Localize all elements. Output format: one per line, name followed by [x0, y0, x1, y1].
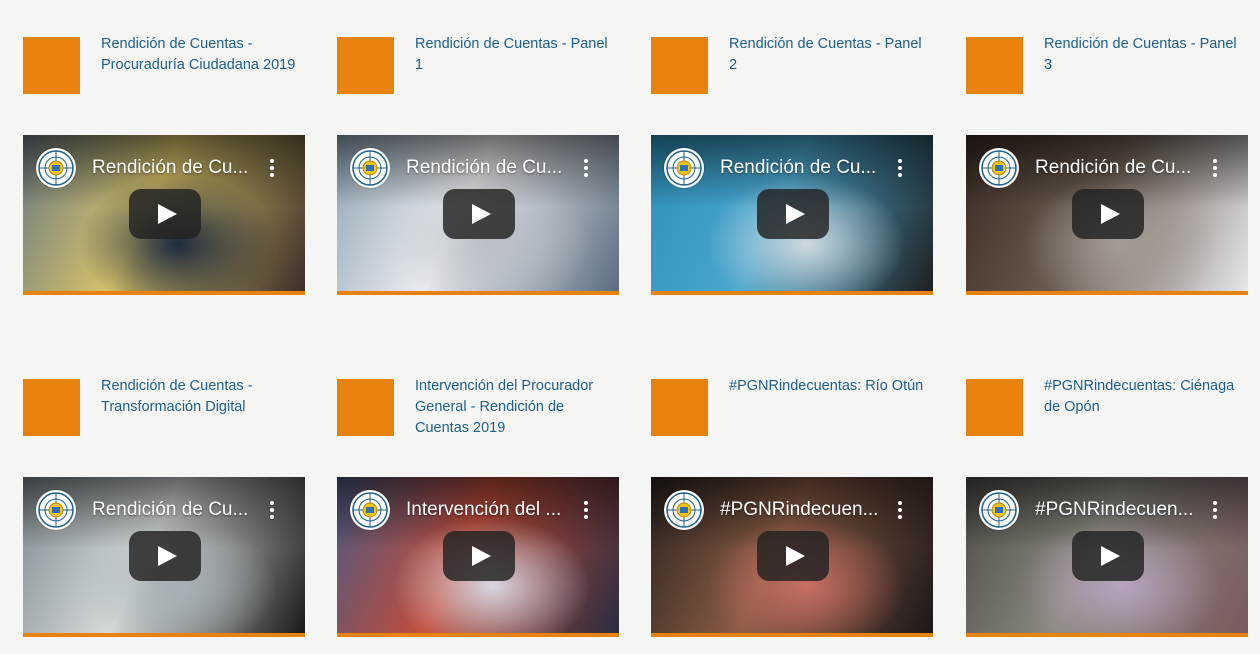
video-overlay-title[interactable]: Rendición de Cu...: [92, 499, 267, 521]
video-card: Rendición de Cuentas - Transformación Di…: [23, 376, 305, 637]
play-icon[interactable]: [443, 531, 515, 581]
more-vert-icon[interactable]: [897, 159, 903, 179]
video-player[interactable]: Rendición de Cu...: [23, 135, 305, 295]
video-player[interactable]: #PGNRindecuen...: [651, 477, 933, 637]
video-title-link[interactable]: Rendición de Cuentas - Procuraduría Ciud…: [101, 34, 301, 76]
more-vert-icon[interactable]: [1212, 159, 1218, 179]
video-player[interactable]: Rendición de Cu...: [337, 135, 619, 295]
video-card: Rendición de Cuentas - Panel 3 Rendición…: [966, 34, 1248, 295]
more-vert-icon[interactable]: [583, 159, 589, 179]
play-icon[interactable]: [1072, 531, 1144, 581]
video-overlay-title[interactable]: Rendición de Cu...: [720, 157, 895, 179]
play-icon[interactable]: [443, 189, 515, 239]
video-overlay-title[interactable]: #PGNRindecuen...: [1035, 499, 1210, 521]
video-card: #PGNRindecuentas: Ciénaga de Opón #PGNRi…: [966, 376, 1248, 637]
video-player[interactable]: Rendición de Cu...: [966, 135, 1248, 295]
video-card: Intervención del Procurador General - Re…: [337, 376, 619, 637]
procuraduria-seal-icon[interactable]: [979, 148, 1019, 188]
color-swatch: [966, 379, 1023, 436]
procuraduria-seal-icon[interactable]: [36, 148, 76, 188]
video-title-link[interactable]: #PGNRindecuentas: Ciénaga de Opón: [1044, 376, 1244, 418]
video-title-link[interactable]: Rendición de Cuentas - Panel 3: [1044, 34, 1244, 76]
video-player[interactable]: Intervención del ...: [337, 477, 619, 637]
video-overlay-title[interactable]: #PGNRindecuen...: [720, 499, 895, 521]
video-overlay-title[interactable]: Rendición de Cu...: [406, 157, 581, 179]
procuraduria-seal-icon[interactable]: [979, 490, 1019, 530]
video-overlay-title[interactable]: Rendición de Cu...: [1035, 157, 1210, 179]
play-icon[interactable]: [1072, 189, 1144, 239]
procuraduria-seal-icon[interactable]: [350, 148, 390, 188]
video-title-link[interactable]: Rendición de Cuentas - Panel 2: [729, 34, 929, 76]
video-title-link[interactable]: Rendición de Cuentas - Transformación Di…: [101, 376, 301, 418]
more-vert-icon[interactable]: [269, 159, 275, 179]
video-overlay-title[interactable]: Intervención del ...: [406, 499, 581, 521]
video-player[interactable]: Rendición de Cu...: [651, 135, 933, 295]
play-icon[interactable]: [129, 531, 201, 581]
play-icon[interactable]: [757, 189, 829, 239]
color-swatch: [966, 37, 1023, 94]
video-title-link[interactable]: #PGNRindecuentas: Río Otún: [729, 376, 929, 397]
procuraduria-seal-icon[interactable]: [664, 148, 704, 188]
video-grid: Rendición de Cuentas - Procuraduría Ciud…: [0, 0, 1260, 654]
more-vert-icon[interactable]: [897, 501, 903, 521]
video-player[interactable]: #PGNRindecuen...: [966, 477, 1248, 637]
play-icon[interactable]: [757, 531, 829, 581]
video-card: Rendición de Cuentas - Panel 2 Rendición…: [651, 34, 933, 295]
procuraduria-seal-icon[interactable]: [36, 490, 76, 530]
procuraduria-seal-icon[interactable]: [664, 490, 704, 530]
play-icon[interactable]: [129, 189, 201, 239]
more-vert-icon[interactable]: [583, 501, 589, 521]
video-title-link[interactable]: Intervención del Procurador General - Re…: [415, 376, 615, 439]
video-card: Rendición de Cuentas - Panel 1 Rendición…: [337, 34, 619, 295]
video-player[interactable]: Rendición de Cu...: [23, 477, 305, 637]
more-vert-icon[interactable]: [1212, 501, 1218, 521]
color-swatch: [23, 37, 80, 94]
more-vert-icon[interactable]: [269, 501, 275, 521]
procuraduria-seal-icon[interactable]: [350, 490, 390, 530]
video-card: #PGNRindecuentas: Río Otún #PGNRindecuen…: [651, 376, 933, 637]
color-swatch: [337, 37, 394, 94]
color-swatch: [651, 37, 708, 94]
video-card: Rendición de Cuentas - Procuraduría Ciud…: [23, 34, 305, 295]
color-swatch: [337, 379, 394, 436]
color-swatch: [651, 379, 708, 436]
color-swatch: [23, 379, 80, 436]
video-title-link[interactable]: Rendición de Cuentas - Panel 1: [415, 34, 615, 76]
video-overlay-title[interactable]: Rendición de Cu...: [92, 157, 267, 179]
